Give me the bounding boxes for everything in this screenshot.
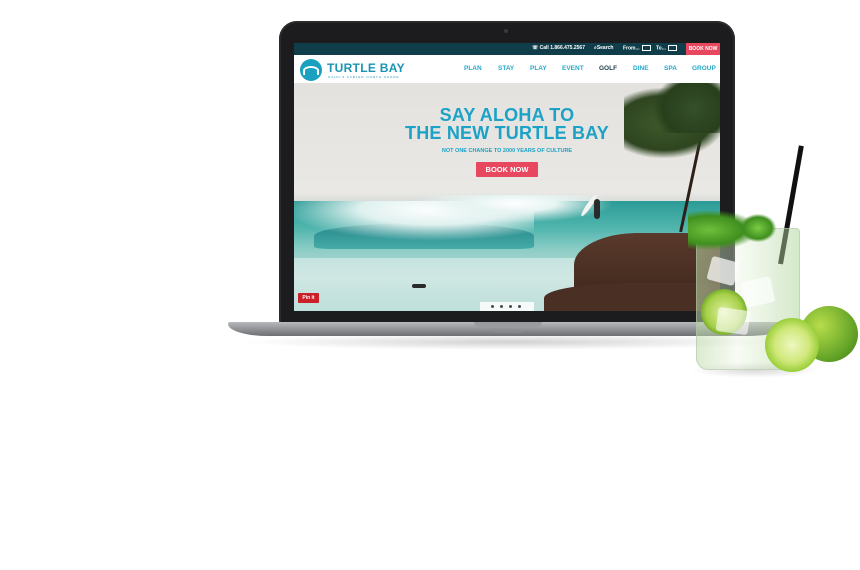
nav-item-plan[interactable]: PLAN (464, 65, 482, 72)
search-text: Search (596, 45, 614, 51)
call-text: Call 1.866.475.2567 (539, 45, 585, 51)
carousel-dot[interactable] (500, 305, 503, 308)
main-navbar: TURTLE BAY OAHU'S FABLED NORTH SHORE PLA… (294, 55, 720, 83)
laptop-lid: ☏ Call 1.866.475.2567 ⌕Search From... To… (279, 21, 735, 326)
carousel-dot[interactable] (491, 305, 494, 308)
swimmer-figure (412, 284, 426, 288)
topbar-book-now-button[interactable]: BOOK NOW (686, 43, 720, 55)
call-link[interactable]: ☏ Call 1.866.475.2567 (532, 45, 585, 51)
calendar-icon (641, 45, 651, 51)
nav-item-spa[interactable]: SPA (664, 65, 677, 72)
nav-item-stay[interactable]: STAY (498, 65, 514, 72)
logo-name[interactable]: TURTLE BAY (327, 61, 405, 75)
nav-item-golf[interactable]: GOLF (599, 65, 617, 72)
nav-item-group[interactable]: GROUP (692, 65, 716, 72)
from-label: From... (623, 45, 640, 52)
nav-item-event[interactable]: EVENT (562, 65, 584, 72)
search-link[interactable]: ⌕Search (594, 45, 614, 51)
camera-icon (504, 29, 508, 33)
hero-title-line1: SAY ALOHA TO (439, 105, 575, 125)
nav-item-dine[interactable]: DINE (633, 65, 649, 72)
nav-item-play[interactable]: PLAY (530, 65, 547, 72)
laptop-screen: ☏ Call 1.866.475.2567 ⌕Search From... To… (294, 43, 720, 311)
surfer-figure (594, 199, 600, 219)
hero-title-line2: THE NEW TURTLE BAY (405, 123, 609, 143)
calendar-icon (667, 45, 677, 51)
carousel-dot[interactable] (518, 305, 521, 308)
turtle-bay-logo-icon[interactable] (300, 59, 322, 81)
carousel-dot[interactable] (509, 305, 512, 308)
to-label: To... (656, 45, 666, 52)
hero-subtitle: NOT ONE CHANGE TO 2000 YEARS OF CULTURE (441, 148, 573, 154)
from-date-picker[interactable]: From... (623, 45, 651, 51)
to-date-picker[interactable]: To... (656, 45, 677, 51)
hero-banner: SAY ALOHA TO THE NEW TURTLE BAY NOT ONE … (294, 83, 720, 311)
lime-slice (765, 318, 819, 372)
logo-tagline: OAHU'S FABLED NORTH SHORE (328, 75, 400, 79)
carousel-dots (480, 302, 534, 311)
hero-book-now-button[interactable]: BOOK NOW (476, 162, 538, 177)
website-topbar: ☏ Call 1.866.475.2567 ⌕Search From... To… (294, 43, 720, 55)
pin-it-button[interactable]: Pin it (298, 293, 319, 303)
